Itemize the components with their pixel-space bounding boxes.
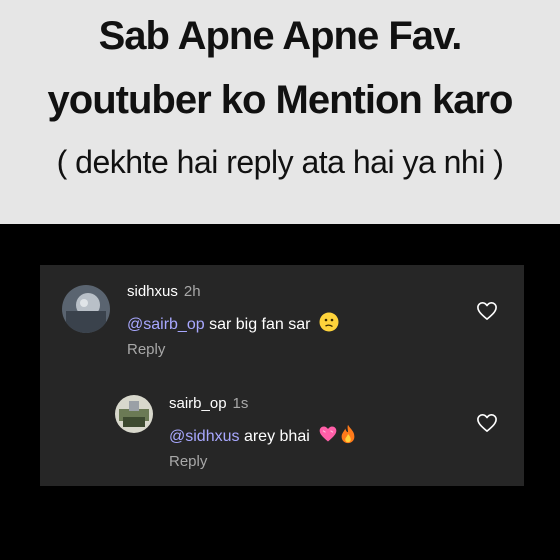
username-text[interactable]: sairb_op	[169, 395, 227, 412]
comment-username[interactable]: sairb_op 1s	[169, 395, 248, 412]
avatar[interactable]	[115, 395, 153, 433]
comment-body: sar big fan sar	[204, 316, 311, 333]
comment-timestamp: 2h	[183, 283, 201, 300]
avatar[interactable]	[62, 285, 110, 333]
mention-link[interactable]: @sairb_op	[127, 316, 205, 333]
header-banner: Sab Apne Apne Fav. youtuber ko Mention k…	[0, 0, 560, 224]
comments-panel: sidhxus 2h @sairb_op sar big fan sar Repl…	[40, 265, 524, 486]
username-text[interactable]: sidhxus	[127, 283, 178, 300]
banner-subtitle: ( dekhte hai reply ata hai ya nhi )	[56, 144, 504, 180]
reply-button[interactable]: Reply	[127, 341, 165, 358]
comment-body: arey bhai	[239, 428, 310, 445]
comment-text: @sidhxus arey bhai	[169, 424, 357, 449]
heart-outline-icon[interactable]	[476, 301, 498, 326]
reply-button[interactable]: Reply	[169, 453, 207, 470]
reply-comment-item: sairb_op 1s @sidhxus arey bhai Reply	[40, 375, 524, 486]
mention-link[interactable]: @sidhxus	[169, 428, 240, 445]
fire-emoji	[339, 424, 357, 449]
comment-text: @sairb_op sar big fan sar	[127, 312, 339, 337]
banner-title-line-2: youtuber ko Mention karo	[47, 78, 514, 122]
comment-username[interactable]: sidhxus 2h	[127, 283, 201, 300]
comment-timestamp: 1s	[232, 395, 249, 412]
banner-title-line-1: Sab Apne Apne Fav.	[98, 14, 463, 58]
pink-heart-emoji	[318, 424, 338, 449]
comment-item: sidhxus 2h @sairb_op sar big fan sar Repl…	[40, 265, 524, 375]
heart-outline-icon[interactable]	[476, 413, 498, 438]
confused-face-emoji	[319, 312, 339, 337]
